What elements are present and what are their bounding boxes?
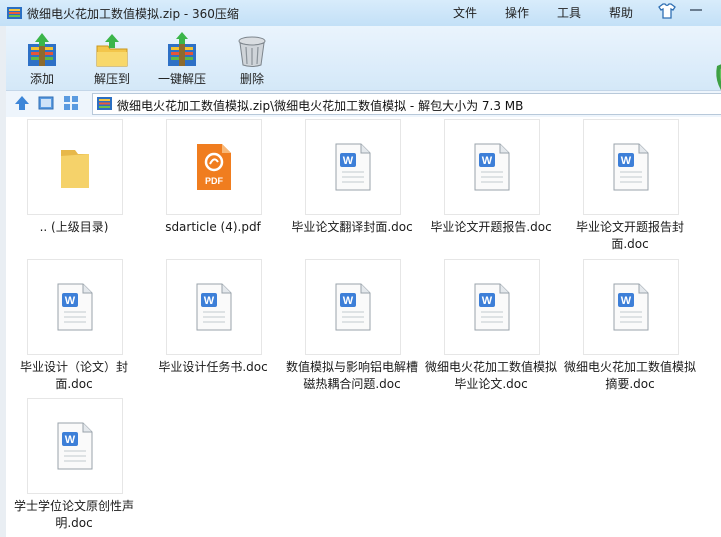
file-thumbnail: W [583, 259, 679, 355]
menu-operation[interactable]: 操作 [505, 4, 529, 21]
one-click-extract-icon [168, 32, 196, 66]
archive-app-icon [7, 7, 22, 19]
file-name: 毕业设计任务书.doc [158, 360, 268, 374]
extract-to-button[interactable]: 解压到 [86, 26, 138, 90]
svg-text:W: W [204, 295, 215, 307]
add-label: 添加 [29, 72, 54, 86]
file-name: 数值模拟与影响铝电解槽磁热耦合问题.doc [285, 360, 418, 391]
file-thumbnail: W [166, 259, 262, 355]
menu-help[interactable]: 帮助 [609, 4, 633, 21]
word-doc-icon: W [335, 143, 371, 191]
file-thumbnail: W [305, 259, 401, 355]
word-doc-icon: W [613, 283, 649, 331]
extract-to-label: 解压到 [93, 72, 130, 86]
word-doc-icon: W [196, 283, 232, 331]
file-thumbnail: W [27, 398, 123, 494]
delete-label: 删除 [239, 72, 264, 86]
file-name: 微细电火花加工数值模拟摘要.doc [563, 360, 696, 391]
file-name: 微细电火花加工数值模拟毕业论文.doc [424, 360, 557, 391]
skin-tshirt-icon[interactable] [658, 3, 676, 19]
word-doc-icon: W [613, 143, 649, 191]
menu-tools[interactable]: 工具 [557, 4, 581, 21]
menu-file[interactable]: 文件 [453, 4, 477, 21]
file-name: .. (上级目录) [39, 220, 109, 234]
file-name: 毕业论文翻译封面.doc [291, 220, 413, 234]
trash-can-icon [238, 36, 266, 67]
word-doc-icon: W [474, 143, 510, 191]
svg-text:PDF: PDF [205, 176, 224, 186]
extract-folder-icon [96, 34, 128, 67]
svg-text:W: W [65, 434, 76, 446]
large-icon-view-icon[interactable] [38, 95, 54, 111]
svg-text:W: W [621, 155, 632, 167]
file-thumbnail: W [444, 259, 540, 355]
delete-button[interactable]: 删除 [226, 26, 278, 90]
address-bar: 微细电火花加工数值模拟.zip\微细电火花加工数值模拟 - 解包大小为 7.3 … [6, 90, 721, 118]
add-button[interactable]: 添加 [16, 26, 68, 90]
file-name: 毕业论文开题报告.doc [430, 220, 552, 234]
minimize-icon[interactable] [690, 9, 702, 11]
one-click-extract-label: 一键解压 [157, 72, 206, 86]
file-thumbnail: W [27, 259, 123, 355]
window-title: 微细电火花加工数值模拟.zip - 360压缩 [27, 7, 239, 21]
small-icon-view-icon[interactable] [63, 95, 79, 111]
word-doc-icon: W [57, 422, 93, 470]
file-name: 学士学位论文原创性声明.doc [13, 499, 134, 530]
svg-text:W: W [343, 295, 354, 307]
file-name: 毕业论文开题报告封面.doc [575, 220, 684, 251]
file-thumbnail: PDF [166, 119, 262, 215]
path-text: 微细电火花加工数值模拟.zip\微细电火花加工数值模拟 - 解包大小为 7.3 … [117, 99, 524, 113]
up-arrow-icon[interactable] [14, 95, 30, 111]
toolbar: 添加 解压到 一键解压 删除 [6, 26, 721, 91]
file-thumbnail: W [444, 119, 540, 215]
svg-text:W: W [621, 295, 632, 307]
svg-text:W: W [65, 295, 76, 307]
file-thumbnail: W [583, 119, 679, 215]
path-field[interactable]: 微细电火花加工数值模拟.zip\微细电火花加工数值模拟 - 解包大小为 7.3 … [92, 93, 721, 115]
file-thumbnail: W [305, 119, 401, 215]
file-name: sdarticle (4).pdf [165, 220, 261, 234]
word-doc-icon: W [335, 283, 371, 331]
file-name: 毕业设计（论文）封面.doc [19, 360, 128, 391]
pdf-file-icon: PDF [197, 144, 231, 190]
file-thumbnail [27, 119, 123, 215]
svg-text:W: W [482, 155, 493, 167]
svg-text:W: W [482, 295, 493, 307]
archive-path-icon [97, 97, 112, 110]
word-doc-icon: W [474, 283, 510, 331]
title-bar: 微细电火花加工数值模拟.zip - 360压缩 文件 操作 工具 帮助 [0, 0, 721, 26]
svg-text:W: W [343, 155, 354, 167]
one-click-extract-button[interactable]: 一键解压 [154, 26, 210, 90]
add-archive-icon [28, 33, 56, 66]
folder-icon [61, 150, 89, 188]
word-doc-icon: W [57, 283, 93, 331]
file-list: .. (上级目录) PDF sdarticle (4).pdf W 毕业论文翻译… [6, 117, 721, 537]
